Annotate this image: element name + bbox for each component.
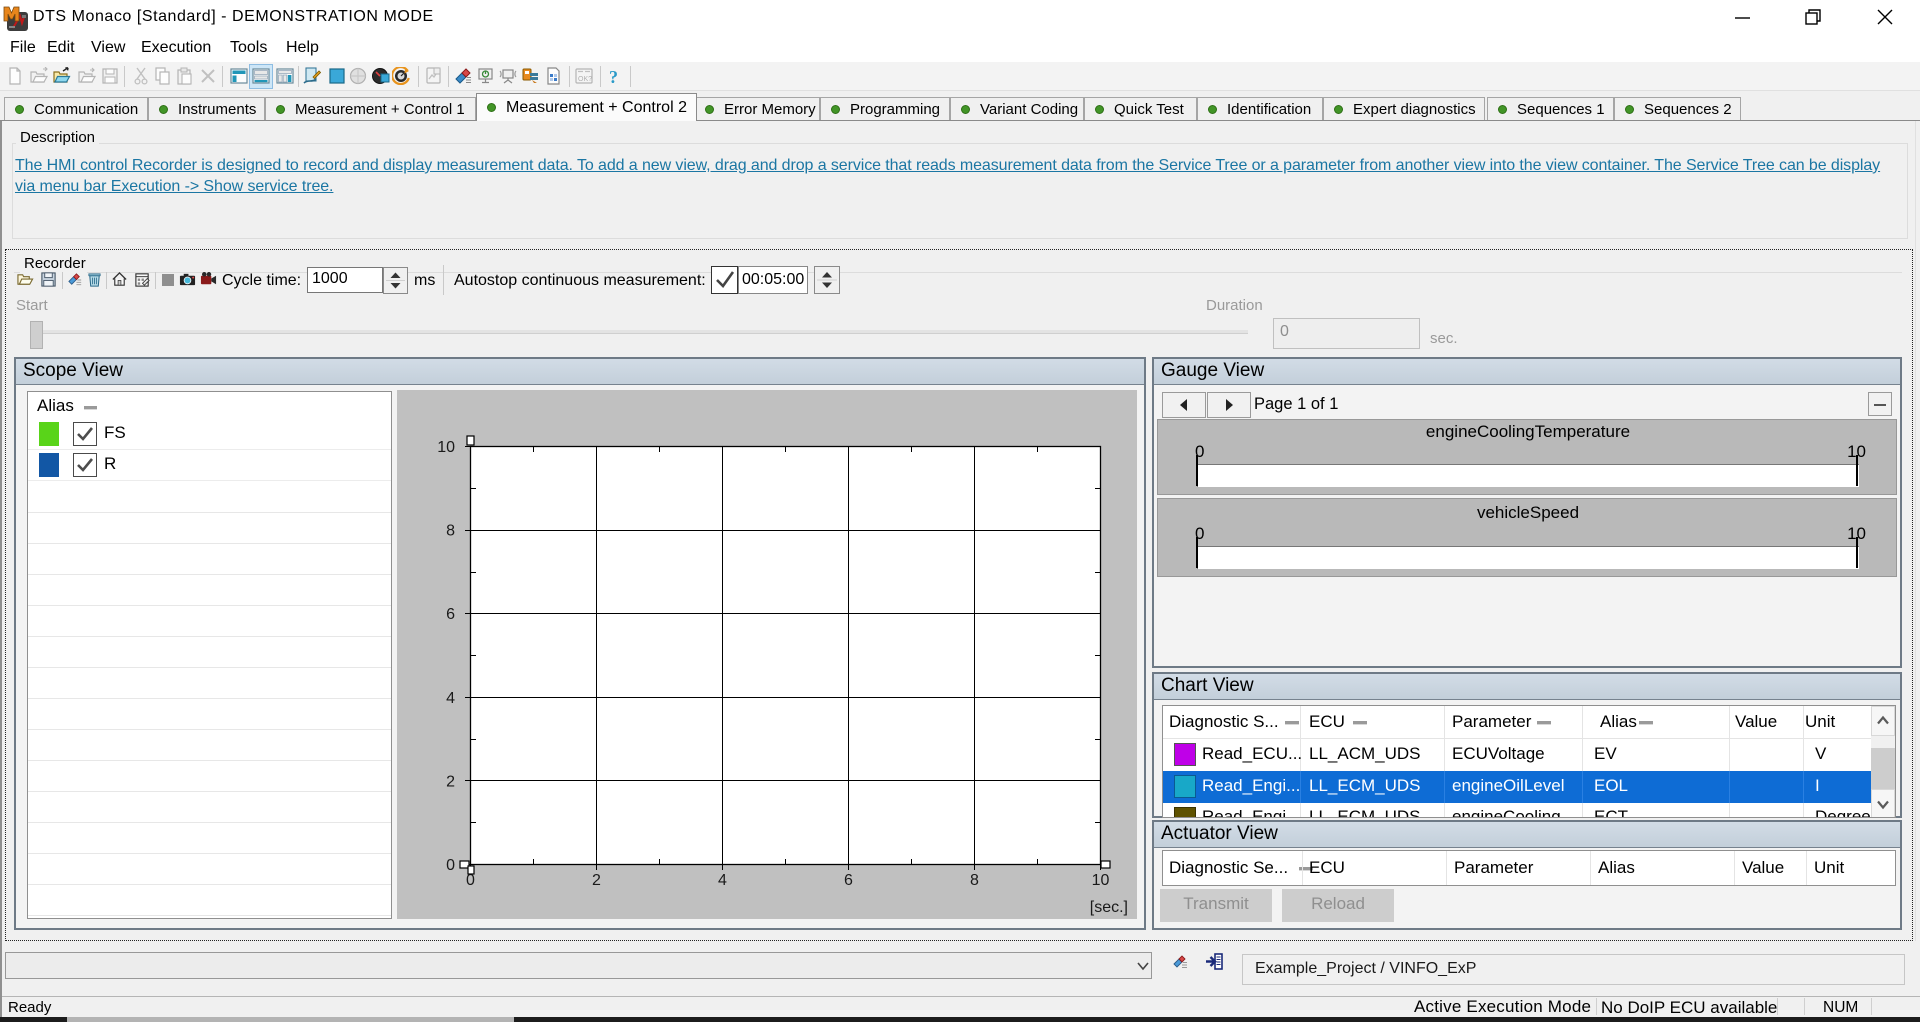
svg-text:6: 6 (844, 872, 853, 889)
svg-text:?: ? (609, 67, 618, 85)
svg-text:10: 10 (1092, 872, 1110, 889)
svg-text:10: 10 (437, 439, 455, 456)
svg-text:4: 4 (446, 690, 455, 707)
svg-text:2: 2 (592, 872, 601, 889)
svg-text:8: 8 (446, 523, 455, 540)
svg-text:[sec.]: [sec.] (1090, 899, 1128, 916)
svg-text:8: 8 (970, 872, 979, 889)
svg-text:2: 2 (446, 773, 455, 790)
svg-text:OK?: OK? (578, 76, 592, 83)
svg-text:6: 6 (446, 606, 455, 623)
svg-text:0: 0 (446, 857, 455, 874)
svg-text:4: 4 (718, 872, 727, 889)
